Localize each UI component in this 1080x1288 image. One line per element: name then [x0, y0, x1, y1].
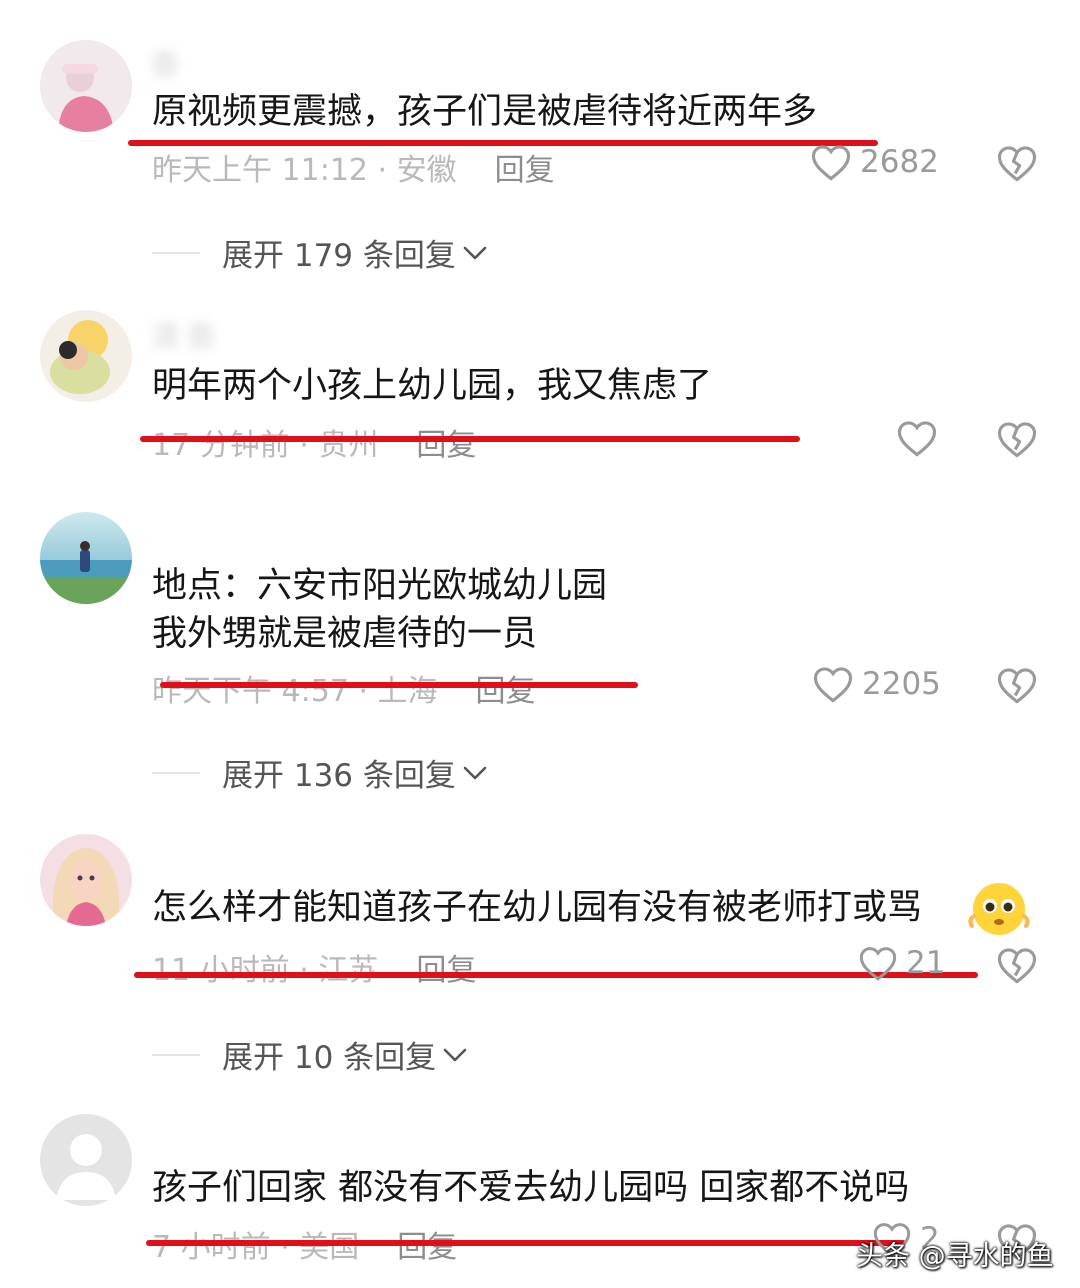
- comment-text-line1: 地点：六安市阳光欧城幼儿园: [152, 566, 608, 606]
- divider-line: [152, 1053, 200, 1056]
- reply-button[interactable]: 回复: [397, 1230, 457, 1265]
- comment-time-location: 7 小时前 · 美国: [152, 1230, 360, 1265]
- reply-button[interactable]: 回复: [476, 674, 536, 709]
- watermark: 头条 @寻水的鱼: [856, 1241, 1054, 1272]
- avatar[interactable]: [40, 40, 132, 132]
- like-count: 21: [906, 945, 946, 981]
- chevron-down-icon: [443, 1048, 467, 1061]
- comment-text: 怎么样才能知道孩子在幼儿园有没有被老师打或骂: [152, 888, 923, 928]
- expand-replies-button[interactable]: 展开 179 条回复: [152, 230, 488, 275]
- broken-heart-icon[interactable]: [996, 944, 1038, 986]
- comment-meta: 17 分钟前 · 贵州 回复: [152, 420, 476, 464]
- comment-meta: 昨天下午 4:57 · 上海 回复: [152, 666, 536, 710]
- expand-replies-label: 展开 179 条回复: [222, 238, 456, 274]
- heart-icon: [897, 421, 937, 457]
- username[interactable]: 清香: [150, 312, 222, 356]
- expand-replies-label: 展开 136 条回复: [222, 758, 456, 794]
- comment-time-location: 17 分钟前 · 贵州: [152, 428, 379, 463]
- comment-text: 孩子们回家 都没有不爱去幼儿园吗 回家都不说吗: [152, 1168, 910, 1208]
- red-underline: [160, 682, 638, 688]
- comment-time-location: 昨天下午 4:57 · 上海: [152, 674, 438, 709]
- red-underline: [140, 436, 800, 442]
- chevron-down-icon: [463, 766, 487, 779]
- pleading-face-emoji-icon: [968, 883, 1030, 935]
- heart-icon: [859, 947, 897, 981]
- red-underline: [128, 140, 878, 146]
- username[interactable]: 香: [150, 40, 186, 84]
- avatar[interactable]: [40, 512, 132, 604]
- expand-replies-label: 展开 10 条回复: [222, 1040, 437, 1076]
- like-count: 2205: [862, 666, 941, 702]
- heart-icon: [811, 145, 851, 181]
- comment-meta: 昨天上午 11:12 · 安徽 回复: [152, 145, 555, 189]
- like-count: 2682: [860, 144, 939, 180]
- comment-text-line2: 我外甥就是被虐待的一员: [152, 614, 538, 654]
- avatar[interactable]: [40, 834, 132, 926]
- red-underline: [146, 1240, 906, 1246]
- comment-time-location: 11 小时前 · 江苏: [152, 953, 379, 988]
- like-button[interactable]: 21: [858, 944, 945, 982]
- heart-icon: [813, 667, 853, 703]
- avatar[interactable]: [40, 1114, 132, 1206]
- like-button[interactable]: [896, 418, 938, 458]
- expand-replies-button[interactable]: 展开 10 条回复: [152, 1032, 468, 1077]
- default-avatar-icon: [40, 1114, 132, 1206]
- like-button[interactable]: 2682: [810, 142, 939, 182]
- comment-time-location: 昨天上午 11:12 · 安徽: [152, 153, 457, 188]
- reply-button[interactable]: 回复: [416, 953, 476, 988]
- comment-text: 明年两个小孩上幼儿园，我又焦虑了: [152, 366, 713, 406]
- reply-button[interactable]: 回复: [416, 428, 476, 463]
- broken-heart-icon[interactable]: [996, 664, 1038, 706]
- comment-text: 原视频更震撼，孩子们是被虐待将近两年多: [152, 92, 818, 132]
- divider-line: [152, 251, 200, 254]
- broken-heart-icon[interactable]: [996, 418, 1038, 460]
- avatar[interactable]: [40, 310, 132, 402]
- like-button[interactable]: 2205: [812, 664, 941, 704]
- reply-button[interactable]: 回复: [495, 153, 555, 188]
- red-underline: [134, 972, 978, 978]
- broken-heart-icon[interactable]: [996, 142, 1038, 184]
- expand-replies-button[interactable]: 展开 136 条回复: [152, 750, 488, 795]
- chevron-down-icon: [463, 246, 487, 259]
- divider-line: [152, 771, 200, 774]
- comment-meta: 11 小时前 · 江苏 回复: [152, 945, 476, 989]
